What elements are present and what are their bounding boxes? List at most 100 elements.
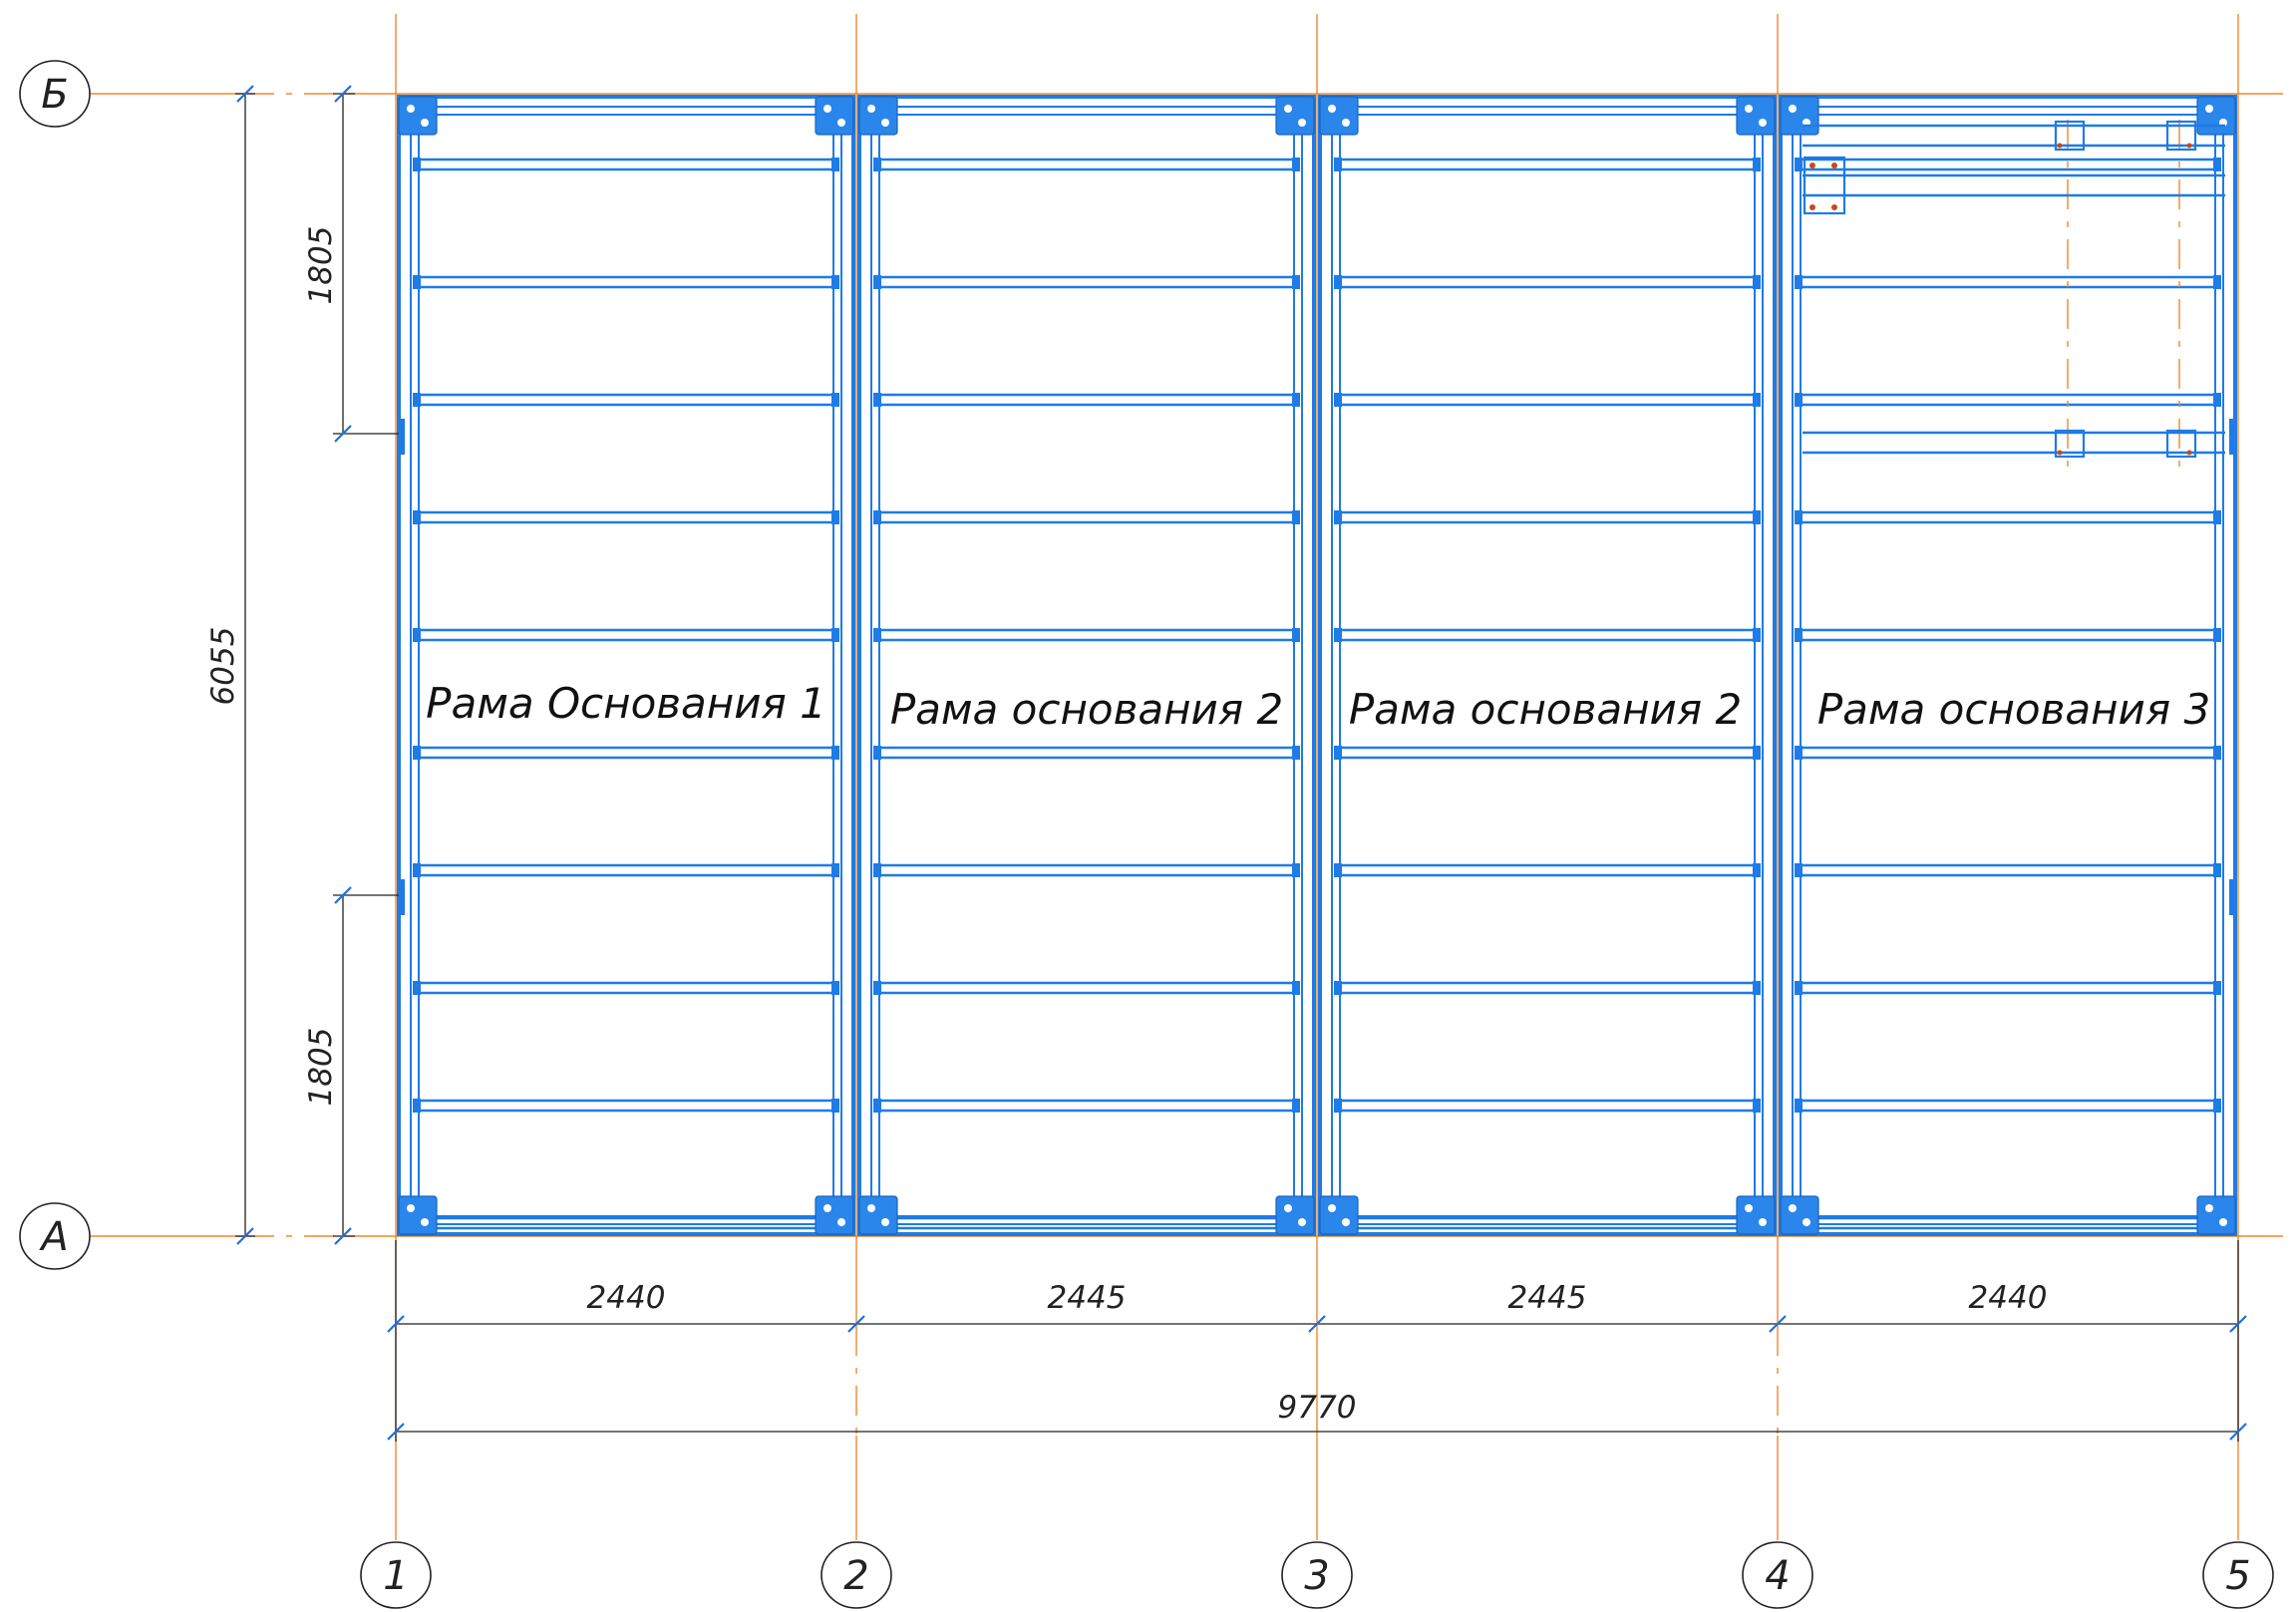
frame-1-beam-3-right-cap <box>831 393 839 407</box>
frame-4-beam-3-right-cap <box>2213 393 2221 407</box>
frame-2-beam-3-right-cap <box>1292 393 1300 407</box>
floor-plan-drawing: Б А 1 2 3 4 5 Рама Основания 1 Рама осно… <box>19 14 2283 1609</box>
axis-bubble-col-1: 1 <box>360 1541 432 1609</box>
frame-3-beam-6-right-cap <box>1753 746 1761 760</box>
bracket-right-bottom <box>2229 879 2237 915</box>
frame-3-corner-hole-1a <box>1328 105 1336 113</box>
frame-2-corner-hole-2a <box>1284 105 1292 113</box>
frame-2-corner-hole-4a <box>1284 1204 1292 1212</box>
frame-label-2: Рама основания 2 <box>890 685 1283 734</box>
frame-1-beam-7-left-cap <box>413 863 421 877</box>
frame-3-beam-3-right-cap <box>1753 393 1761 407</box>
frame-2-corner-plate-2 <box>1275 96 1315 136</box>
axis-label-row-a: А <box>38 1214 68 1260</box>
axis-bubble-col-3: 3 <box>1281 1541 1353 1609</box>
frame-2-beam-5-left-cap <box>873 628 881 642</box>
frame-3-corner-plate-1 <box>1319 96 1359 136</box>
frame-1-corner-hole-4b <box>837 1218 845 1226</box>
bracket-right-top <box>2229 419 2237 455</box>
axis-grid <box>88 14 2283 1540</box>
frame-2-beam-6-right-cap <box>1292 746 1300 760</box>
frame-2-beam-7-left-cap <box>873 863 881 877</box>
axis-label-col-3: 3 <box>1304 1553 1329 1599</box>
frame-4-beam-6-right-cap <box>2213 746 2221 760</box>
frame-4-beam-2-left-cap <box>1795 275 1803 289</box>
equipment-bolt-4 <box>1831 204 1837 210</box>
frame-2-beam-9-right-cap <box>1292 1099 1300 1113</box>
frame-1-beam-9-left-cap <box>413 1099 421 1113</box>
axis-bubble-col-5: 5 <box>2202 1541 2274 1609</box>
frame-2-corner-plate-4 <box>1275 1195 1315 1235</box>
axis-bubbles: Б А 1 2 3 4 5 <box>19 60 2274 1609</box>
frame-label-3: Рама основания 2 <box>1349 685 1742 734</box>
frame-1-beam-2-left-cap <box>413 275 421 289</box>
frame-2-beam-2-left-cap <box>873 275 881 289</box>
frame-4-beam-6-left-cap <box>1795 746 1803 760</box>
frame-3-corner-hole-1b <box>1342 119 1350 127</box>
frame-3-beam-7-right-cap <box>1753 863 1761 877</box>
axis-label-col-2: 2 <box>843 1553 868 1599</box>
equipment-bolt-6 <box>2186 143 2192 149</box>
equipment-posts <box>1803 120 2225 469</box>
axis-label-col-1: 1 <box>383 1553 408 1599</box>
frame-1-beam-1-right-cap <box>831 158 839 171</box>
frame-1-beam-8-right-cap <box>831 981 839 995</box>
frame-4-beam-8-right-cap <box>2213 981 2221 995</box>
dim-span-4-label: 2440 <box>1969 1280 2048 1316</box>
frame-2-beam-5-right-cap <box>1292 628 1300 642</box>
dim-span-3-label: 2445 <box>1508 1280 1587 1316</box>
dim-side-bottom-label: 1805 <box>303 1028 339 1107</box>
frame-2-beam-6-left-cap <box>873 746 881 760</box>
frame-2-corner-hole-2b <box>1298 119 1306 127</box>
frame-1-beam-5-left-cap <box>413 628 421 642</box>
axis-bubble-row-a: А <box>19 1202 91 1270</box>
equipment-bolt-2 <box>1831 162 1837 168</box>
frame-1-corner-hole-2a <box>823 105 831 113</box>
frame-3-beam-1-right-cap <box>1753 158 1761 171</box>
frame-4-corner-hole-2a <box>2205 105 2213 113</box>
frame-4-beam-7-right-cap <box>2213 863 2221 877</box>
axis-label-col-4: 4 <box>1765 1553 1790 1599</box>
frame-3-beam-7-left-cap <box>1334 863 1342 877</box>
frame-1-corner-hole-3a <box>407 1204 415 1212</box>
frame-3-corner-hole-2a <box>1745 105 1753 113</box>
frame-1-corner-plate-3 <box>398 1195 438 1235</box>
frame-4-corner-plate-1 <box>1780 96 1819 136</box>
frame-2-beam-7-right-cap <box>1292 863 1300 877</box>
frame-3-beam-9-right-cap <box>1753 1099 1761 1113</box>
frame-1-corner-hole-3b <box>421 1218 429 1226</box>
frame-3-beam-9-left-cap <box>1334 1099 1342 1113</box>
frame-4-beam-9-left-cap <box>1795 1099 1803 1113</box>
frame-4-beam-9-right-cap <box>2213 1099 2221 1113</box>
frame-4-corner-hole-4b <box>2219 1218 2227 1226</box>
frame-3-beam-8-left-cap <box>1334 981 1342 995</box>
frame-1-beam-6-right-cap <box>831 746 839 760</box>
frame-4-corner-hole-1a <box>1789 105 1797 113</box>
frame-2-corner-plate-3 <box>858 1195 898 1235</box>
frame-3-corner-plate-3 <box>1319 1195 1359 1235</box>
frame-2-beam-8-right-cap <box>1292 981 1300 995</box>
frame-1-beam-3-left-cap <box>413 393 421 407</box>
frame-1-outline <box>397 95 855 1236</box>
frame-1-beam-4-right-cap <box>831 510 839 524</box>
frame-1-beam-9-right-cap <box>831 1099 839 1113</box>
frame-2-beam-8-left-cap <box>873 981 881 995</box>
frame-3-corner-hole-3b <box>1342 1218 1350 1226</box>
frame-1-corner-plate-1 <box>398 96 438 136</box>
frame-1-beam-5-right-cap <box>831 628 839 642</box>
frame-3-outline <box>1318 95 1777 1236</box>
frame-4-outline <box>1779 95 2237 1236</box>
bracket-left-top <box>397 419 405 455</box>
frame-2-corner-hole-3a <box>867 1204 875 1212</box>
frame-1-beam-7-right-cap <box>831 863 839 877</box>
frame-1-corner-hole-1b <box>421 119 429 127</box>
dim-side-top-label: 1805 <box>303 226 339 305</box>
dim-total-label: 9770 <box>1278 1390 1357 1426</box>
frame-3-beam-1-left-cap <box>1334 158 1342 171</box>
dim-span-2-label: 2445 <box>1048 1280 1127 1316</box>
frame-3-beam-5-right-cap <box>1753 628 1761 642</box>
frame-4-beam-3-left-cap <box>1795 393 1803 407</box>
frame-4-beam-4-right-cap <box>2213 510 2221 524</box>
axis-bubble-col-4: 4 <box>1742 1541 1813 1609</box>
frame-1-inner-outline <box>410 106 842 1225</box>
